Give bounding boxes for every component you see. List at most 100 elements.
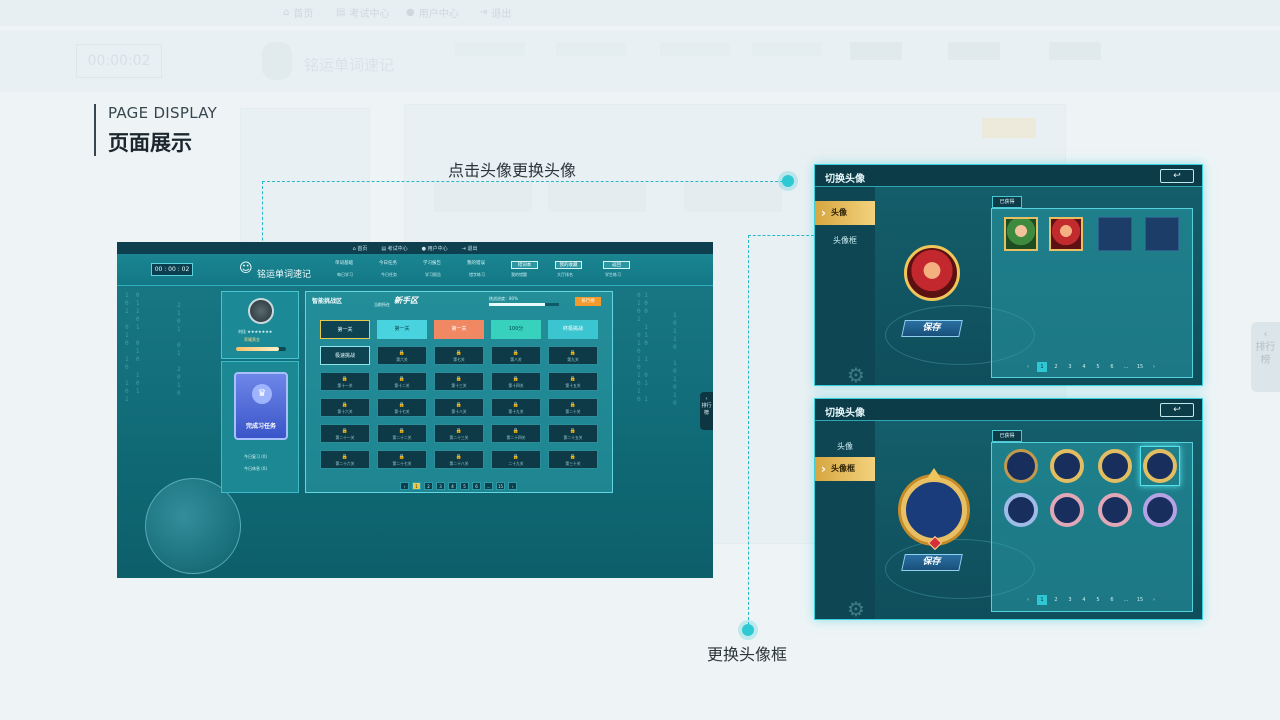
level-tile[interactable]: 🔒 第二十六关	[320, 450, 370, 469]
page-button[interactable]: 6	[1107, 362, 1117, 372]
level-tile[interactable]: 🔒 第二十关	[548, 398, 598, 417]
level-tile[interactable]: 🔒 第九关	[548, 346, 598, 365]
page-button[interactable]: ›	[1149, 362, 1159, 372]
back-button[interactable]: 返回	[603, 261, 630, 269]
level-tile[interactable]: 🔒 第十六关	[320, 398, 370, 417]
code-rain: 1 0 1 1 0 1 0 1 0 1 0	[673, 312, 677, 407]
lock-icon: 🔒	[455, 428, 463, 434]
page-button[interactable]: 5	[1093, 362, 1103, 372]
nav-exam[interactable]: ▤ 考试中心	[381, 245, 407, 252]
wrongbook-button[interactable]: 错词本	[511, 261, 538, 269]
page-button[interactable]: ‹	[400, 482, 409, 490]
tab-avatar-frame[interactable]: 头像框	[815, 457, 875, 481]
frame-option[interactable]	[1004, 493, 1038, 527]
tab-avatar[interactable]: 头像	[815, 201, 875, 225]
level-tile[interactable]: 🔒 第二十四关	[491, 424, 541, 443]
menu-mistakes[interactable]: 我的错误	[467, 261, 485, 267]
level-tile[interactable]: 🔒 第二十五关	[548, 424, 598, 443]
frame-option[interactable]	[1050, 449, 1084, 483]
level-tile[interactable]: 🔒 第六关	[377, 346, 427, 365]
level-label: 二十九关	[508, 461, 524, 466]
level-tile[interactable]: 终极挑战	[548, 320, 598, 339]
avatar-option[interactable]	[1004, 217, 1038, 251]
page-button[interactable]: 5	[1093, 595, 1103, 605]
frame-option[interactable]	[1143, 449, 1177, 483]
back-icon[interactable]: ↩	[1160, 403, 1194, 417]
page-button[interactable]: 2	[424, 482, 433, 490]
page-button[interactable]: 6	[472, 482, 481, 490]
level-tile[interactable]: 🔒 第十四关	[491, 372, 541, 391]
frame-option[interactable]	[1004, 449, 1038, 483]
page-button[interactable]: 5	[460, 482, 469, 490]
task-badge[interactable]: ♛ 完成习任务	[234, 372, 288, 440]
page-button[interactable]: 6	[1107, 595, 1117, 605]
page-button[interactable]: 1	[412, 482, 421, 490]
page-button[interactable]: 4	[1079, 595, 1089, 605]
level-tile[interactable]: 🔒 第十三关	[434, 372, 484, 391]
save-button[interactable]: 保存	[901, 320, 963, 337]
level-tile[interactable]: 第一关	[434, 320, 484, 339]
page-button[interactable]: 4	[448, 482, 457, 490]
favorites-button[interactable]: 我的收藏	[555, 261, 582, 269]
rank-button[interactable]: 排行榜	[575, 297, 601, 306]
annotation-change-avatar: 点击头像更换头像	[448, 161, 577, 180]
level-tile[interactable]: 🔒 第十五关	[548, 372, 598, 391]
frame-option[interactable]	[1098, 493, 1132, 527]
level-tile[interactable]: 🔒 第二十七关	[377, 450, 427, 469]
level-tile[interactable]: 第一关	[377, 320, 427, 339]
page-button[interactable]: ‹	[1023, 362, 1033, 372]
menu-word-basics[interactable]: 单词基础	[335, 261, 353, 267]
page-button[interactable]: 3	[1065, 362, 1075, 372]
level-tile[interactable]: 🔒 二十九关	[491, 450, 541, 469]
page-button[interactable]: ‹	[1023, 595, 1033, 605]
tab-avatar[interactable]: 头像	[815, 435, 875, 459]
leaderboard-side-tab[interactable]: ‹ 排行榜	[700, 392, 713, 430]
bg-orange-button	[982, 118, 1036, 138]
page-button[interactable]: 3	[436, 482, 445, 490]
page-button[interactable]: 3	[1065, 595, 1075, 605]
level-tile[interactable]: 100分	[491, 320, 541, 339]
page-button[interactable]: 2	[1051, 595, 1061, 605]
page-button[interactable]: …	[1121, 362, 1131, 372]
page-button[interactable]: 15	[1135, 595, 1145, 605]
leaderboard-edge-tab[interactable]: ‹ 排行榜	[1251, 322, 1280, 392]
avatar[interactable]	[248, 298, 274, 324]
page-button[interactable]: 1	[1037, 595, 1047, 605]
level-tile[interactable]: 🔒 第十一关	[320, 372, 370, 391]
bg-level-card	[684, 182, 782, 212]
page-button[interactable]: 1	[1037, 362, 1047, 372]
save-button[interactable]: 保存	[901, 554, 963, 571]
nav-user[interactable]: ● 用户中心	[422, 245, 448, 252]
avatar-option[interactable]	[1049, 217, 1083, 251]
page-button[interactable]: 15	[1135, 362, 1145, 372]
level-tile[interactable]: 🔒 第十九关	[491, 398, 541, 417]
back-icon[interactable]: ↩	[1160, 169, 1194, 183]
menu-daily-task[interactable]: 今日任务	[379, 261, 397, 267]
nav-logout[interactable]: ⇥ 退出	[462, 245, 478, 252]
level-tile[interactable]: 🔒 第十八关	[434, 398, 484, 417]
level-tile[interactable]: 🔒 第三十关	[548, 450, 598, 469]
level-tile[interactable]: 第一关	[320, 320, 370, 339]
tab-avatar-frame[interactable]: 头像框	[815, 229, 875, 253]
page-button[interactable]: ›	[1149, 595, 1159, 605]
level-tile[interactable]: 极速挑战	[320, 346, 370, 365]
level-tile[interactable]: 🔒 第二十二关	[377, 424, 427, 443]
level-tile[interactable]: 🔒 第二十一关	[320, 424, 370, 443]
level-tile[interactable]: 🔒 第二十八关	[434, 450, 484, 469]
page-button[interactable]: 2	[1051, 362, 1061, 372]
page-button[interactable]: …	[1121, 595, 1131, 605]
level-tile[interactable]: 🔒 第十七关	[377, 398, 427, 417]
page-button[interactable]: …	[484, 482, 493, 490]
frame-option[interactable]	[1050, 493, 1084, 527]
page-button[interactable]: 4	[1079, 362, 1089, 372]
level-tile[interactable]: 🔒 第二十三关	[434, 424, 484, 443]
frame-option[interactable]	[1143, 493, 1177, 527]
page-button[interactable]: ›	[508, 482, 517, 490]
frame-option[interactable]	[1098, 449, 1132, 483]
level-tile[interactable]: 🔒 第十二关	[377, 372, 427, 391]
level-tile[interactable]: 🔒 第八关	[491, 346, 541, 365]
level-tile[interactable]: 🔒 第七关	[434, 346, 484, 365]
page-button[interactable]: 15	[496, 482, 505, 490]
nav-home[interactable]: ⌂ 首页	[353, 245, 368, 252]
menu-report[interactable]: 学习报告	[423, 261, 441, 267]
